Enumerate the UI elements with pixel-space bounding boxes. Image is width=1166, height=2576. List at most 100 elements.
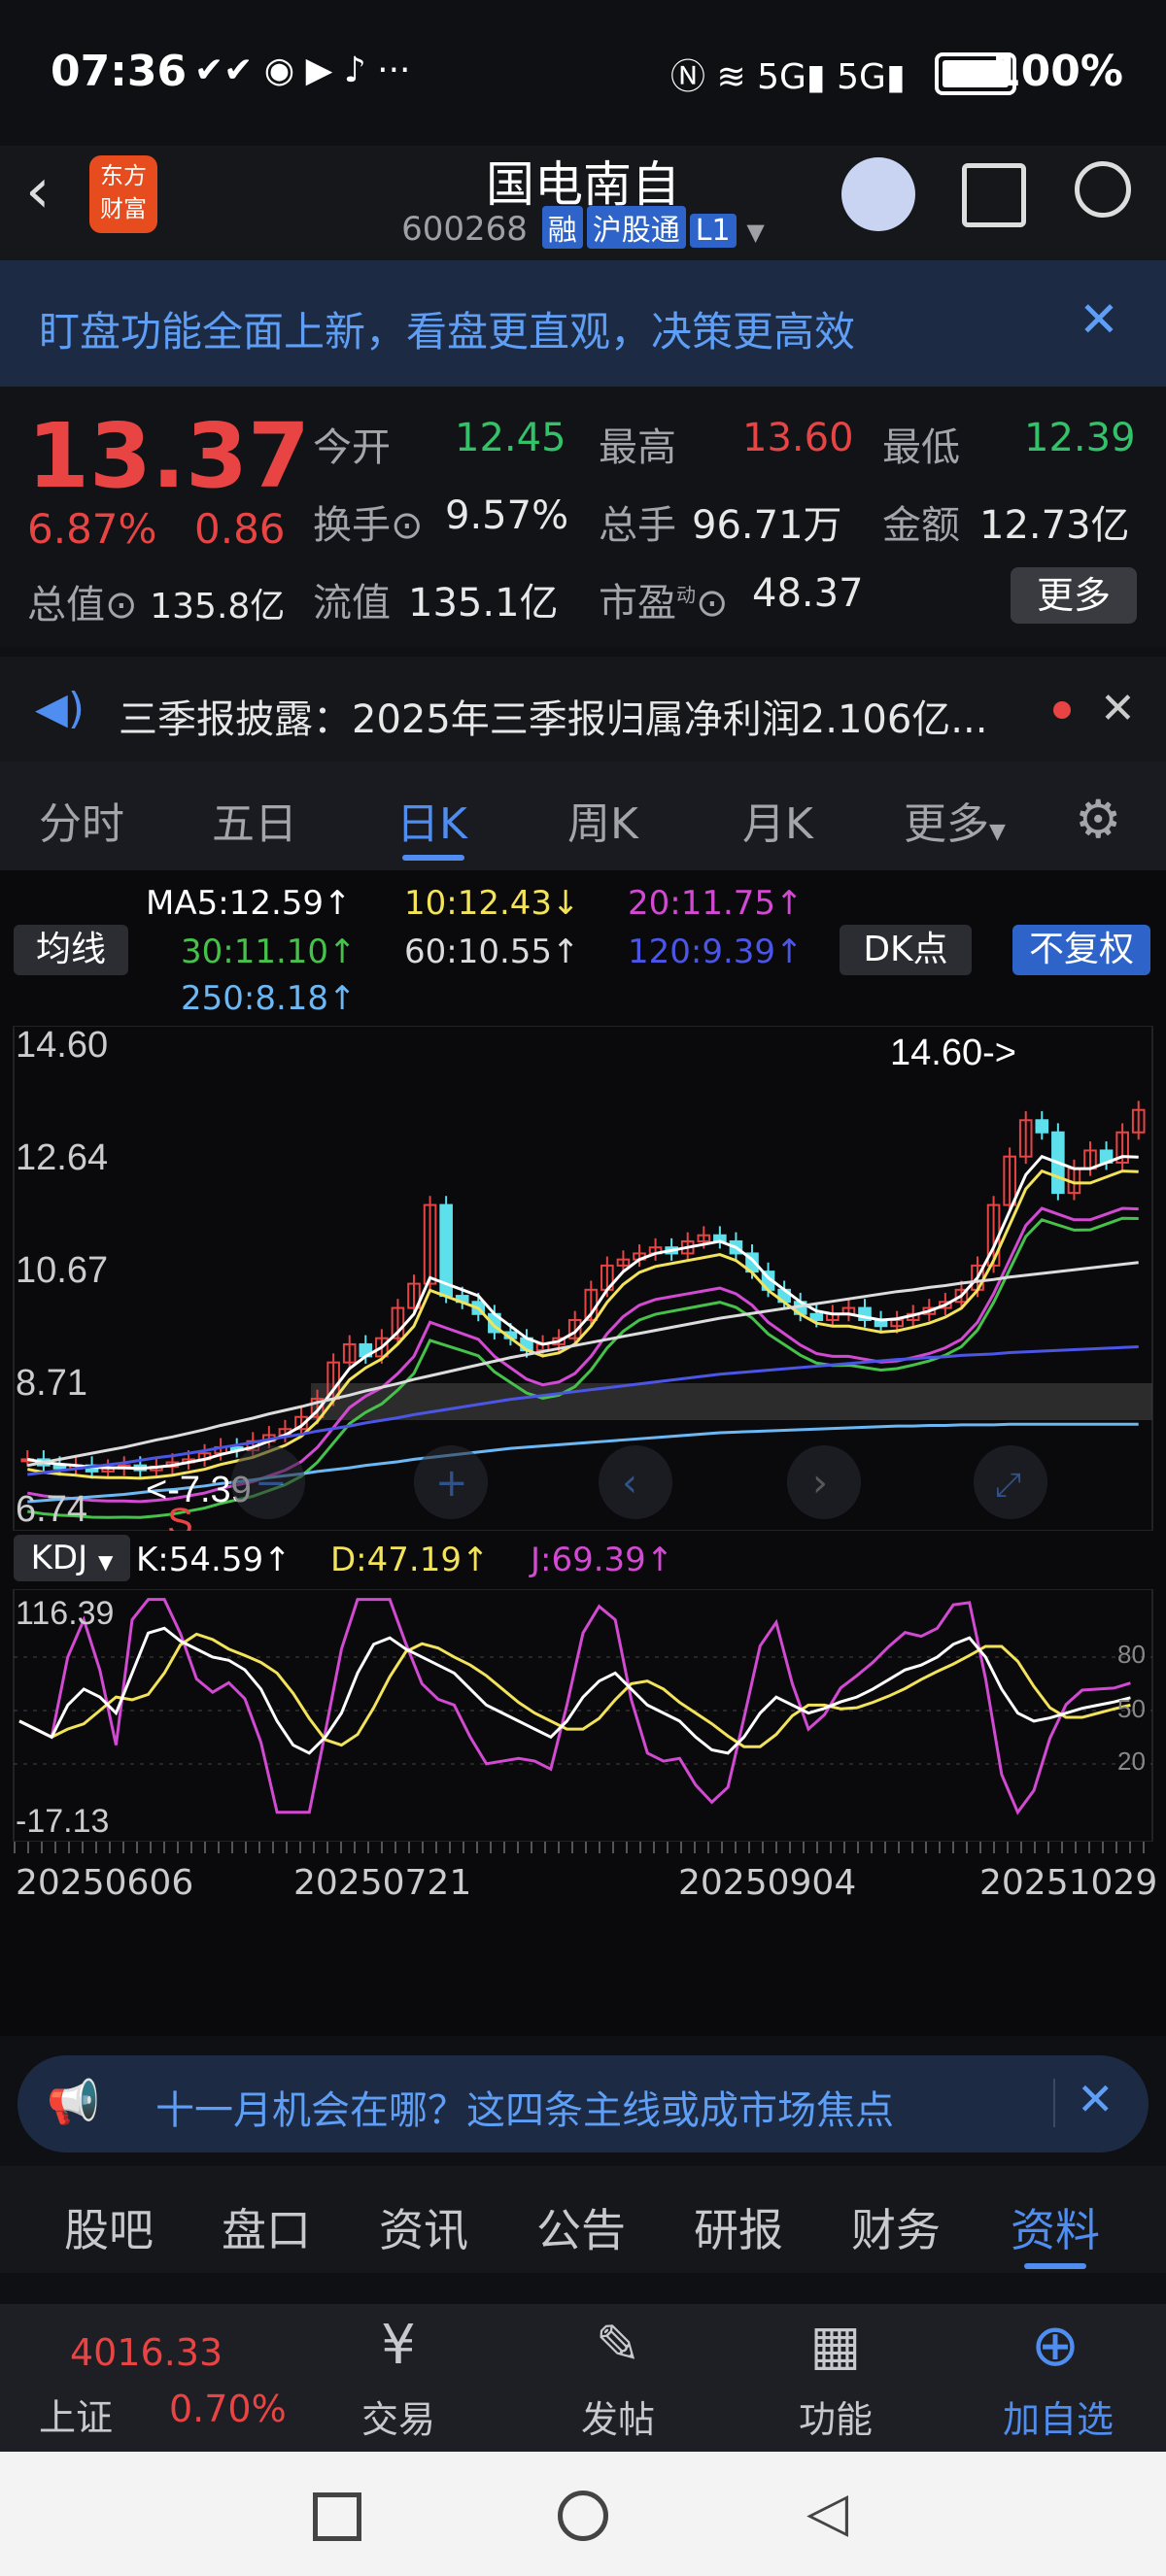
share-icon[interactable]	[962, 163, 1026, 227]
ma250-label: 250:8.18↑	[181, 979, 357, 1018]
mcap-label: 总值⊙ 135.8亿	[27, 583, 286, 627]
change-pct: 6.87%	[27, 505, 157, 553]
quote-panel: 13.37 6.87% 0.86 总值⊙ 135.8亿 今开 12.45 最高 …	[0, 387, 1166, 647]
promo-text: 十一月机会在哪？这四条主线或成市场焦点	[155, 2088, 894, 2133]
tab-orderbook[interactable]: 盘口	[222, 2195, 311, 2259]
price-chart[interactable]: 14.60 12.64 10.67 8.71 6.74 14.60-> <-7.…	[0, 1026, 1166, 1531]
notification-icons: ✔✔ ◉ ▶ ♪ ···	[194, 51, 411, 90]
kdj-chart: 116.39 -17.13 80 50 20	[13, 1589, 1153, 1842]
tab-monthly-k[interactable]: 月K	[742, 789, 813, 851]
kdj-j-label: J:69.39↑	[531, 1541, 674, 1579]
y-tick: 14.60	[16, 1026, 108, 1066]
date-ruler	[14, 1842, 1152, 1853]
last-price: 13.37	[27, 404, 311, 508]
float-cap-value: 135.1亿	[408, 581, 559, 626]
news-ticker[interactable]: ◀) 三季报披露：2025年三季报归属净利润2.106亿... ✕	[0, 657, 1166, 762]
ma5-line	[27, 1154, 1139, 1471]
change-amt: 0.86	[194, 505, 286, 553]
bottom-toolbar: 4016.33 上证 0.70% ¥ 交易 ✎ 发帖 ▦ 功能 ⊕ 加自选	[0, 2304, 1166, 2452]
tab-forum[interactable]: 股吧	[64, 2195, 154, 2259]
x-tick: 20250904	[678, 1863, 857, 1903]
status-time: 07:36	[51, 47, 188, 96]
tab-financials[interactable]: 财务	[851, 2195, 941, 2259]
settings-icon[interactable]: ⚙	[1075, 789, 1121, 850]
y-tick: 12.64	[16, 1137, 108, 1178]
stock-code: 600268	[401, 210, 528, 249]
dk-point-button[interactable]: DK点	[840, 925, 972, 975]
max-price-label: 14.60->	[890, 1033, 1016, 1073]
tab-five-day[interactable]: 五日	[212, 789, 297, 851]
ma60-label: 60:10.55↑	[404, 932, 580, 971]
x-tick: 20251029	[979, 1863, 1158, 1903]
post-button[interactable]: 发帖	[569, 2390, 667, 2443]
home-icon[interactable]	[558, 2491, 608, 2541]
battery-percent: 100%	[991, 47, 1123, 96]
tab-weekly-k[interactable]: 周K	[567, 789, 638, 851]
open-value: 12.45	[455, 416, 566, 460]
amount-value: 12.73亿	[979, 503, 1130, 548]
tab-more[interactable]: 更多▼	[904, 789, 1006, 851]
volume-value: 96.71万	[692, 503, 842, 548]
kdj-20-label: 20	[1117, 1746, 1146, 1776]
system-nav-bar: ◁	[0, 2452, 1166, 2576]
kdj-k-label: K:54.59↑	[136, 1541, 292, 1579]
highlight-band	[311, 1383, 1152, 1420]
svg-text:⤢: ⤢	[995, 1466, 1021, 1505]
search-icon[interactable]	[1075, 161, 1131, 218]
index-name[interactable]: 上证	[39, 2388, 113, 2441]
no-adjust-button[interactable]: 不复权	[1012, 925, 1150, 975]
function-icon[interactable]: ▦	[787, 2314, 884, 2377]
function-button[interactable]: 功能	[787, 2390, 884, 2443]
news-text: 三季报披露：2025年三季报归属净利润2.106亿...	[119, 697, 988, 742]
kdj-bottom-label: -17.13	[16, 1803, 109, 1840]
tab-daily-k[interactable]: 日K	[396, 789, 467, 851]
active-tab-indicator	[1024, 2263, 1086, 2269]
svg-text:›: ›	[812, 1461, 828, 1506]
close-news-icon[interactable]: ✕	[1100, 684, 1136, 733]
tab-profile[interactable]: 资料	[1011, 2195, 1100, 2259]
y-tick: 8.71	[16, 1363, 87, 1404]
kdj-j-line	[18, 1598, 1131, 1815]
robot-assistant-icon[interactable]	[841, 157, 915, 231]
volume-label: 总手	[599, 503, 676, 548]
tab-research[interactable]: 研报	[694, 2195, 783, 2259]
ma10-label: 10:12.43↓	[404, 884, 580, 923]
tab-intraday[interactable]: 分时	[39, 789, 124, 851]
nfc-wifi-icons: Ⓝ ≋ 5G▮ 5G▮	[670, 57, 906, 97]
post-icon[interactable]: ✎	[569, 2314, 667, 2377]
dropdown-icon[interactable]: ▼	[746, 219, 764, 246]
active-tab-indicator	[402, 855, 464, 861]
tab-announcements[interactable]: 公告	[536, 2195, 626, 2259]
promo-banner[interactable]: 📢 十一月机会在哪？这四条主线或成市场焦点 ✕	[17, 2055, 1149, 2152]
tag-margin: 融	[541, 206, 583, 249]
ma-toggle-button[interactable]: 均线	[14, 925, 128, 975]
kline-chart-area[interactable]: MA5:12.59↑ 10:12.43↓ 20:11.75↑ 均线 30:11.…	[0, 870, 1166, 2036]
trade-button[interactable]: 交易	[350, 2390, 447, 2443]
tag-level: L1	[689, 214, 737, 248]
chart-nav-buttons[interactable]: − + ‹ › ⤢	[231, 1445, 1047, 1519]
more-button[interactable]: 更多	[1011, 567, 1137, 624]
trade-icon[interactable]: ¥	[350, 2314, 447, 2377]
index-value[interactable]: 4016.33	[70, 2331, 223, 2374]
status-bar: 07:36 ✔✔ ◉ ▶ ♪ ··· Ⓝ ≋ 5G▮ 5G▮ 100%	[0, 0, 1166, 146]
turnover-value: 9.57%	[445, 493, 569, 538]
x-tick: 20250721	[293, 1863, 472, 1903]
close-icon[interactable]: ✕	[1079, 291, 1119, 348]
back-nav-icon[interactable]: ◁	[806, 2481, 848, 2544]
kdj-80-label: 80	[1117, 1640, 1146, 1669]
y-tick: 10.67	[16, 1250, 108, 1291]
recents-icon[interactable]	[313, 2492, 361, 2541]
add-watchlist-icon[interactable]: ⊕	[1005, 2312, 1106, 2380]
kdj-indicator-button[interactable]: KDJ ▼	[14, 1535, 130, 1581]
svg-text:+: +	[435, 1461, 468, 1506]
add-watchlist-button[interactable]: 加自选	[995, 2390, 1121, 2443]
ma20-label: 20:11.75↑	[628, 884, 804, 923]
feature-banner[interactable]: 盯盘功能全面上新，看盘更直观，决策更高效 ✕	[0, 260, 1166, 387]
index-pct[interactable]: 0.70%	[169, 2388, 287, 2430]
y-tick: 6.74	[16, 1489, 87, 1530]
svg-text:−: −	[255, 1461, 288, 1506]
high-value: 13.60	[742, 416, 854, 460]
tab-news[interactable]: 资讯	[379, 2195, 468, 2259]
high-label: 最高	[599, 425, 676, 470]
close-promo-icon[interactable]: ✕	[1077, 2073, 1115, 2125]
